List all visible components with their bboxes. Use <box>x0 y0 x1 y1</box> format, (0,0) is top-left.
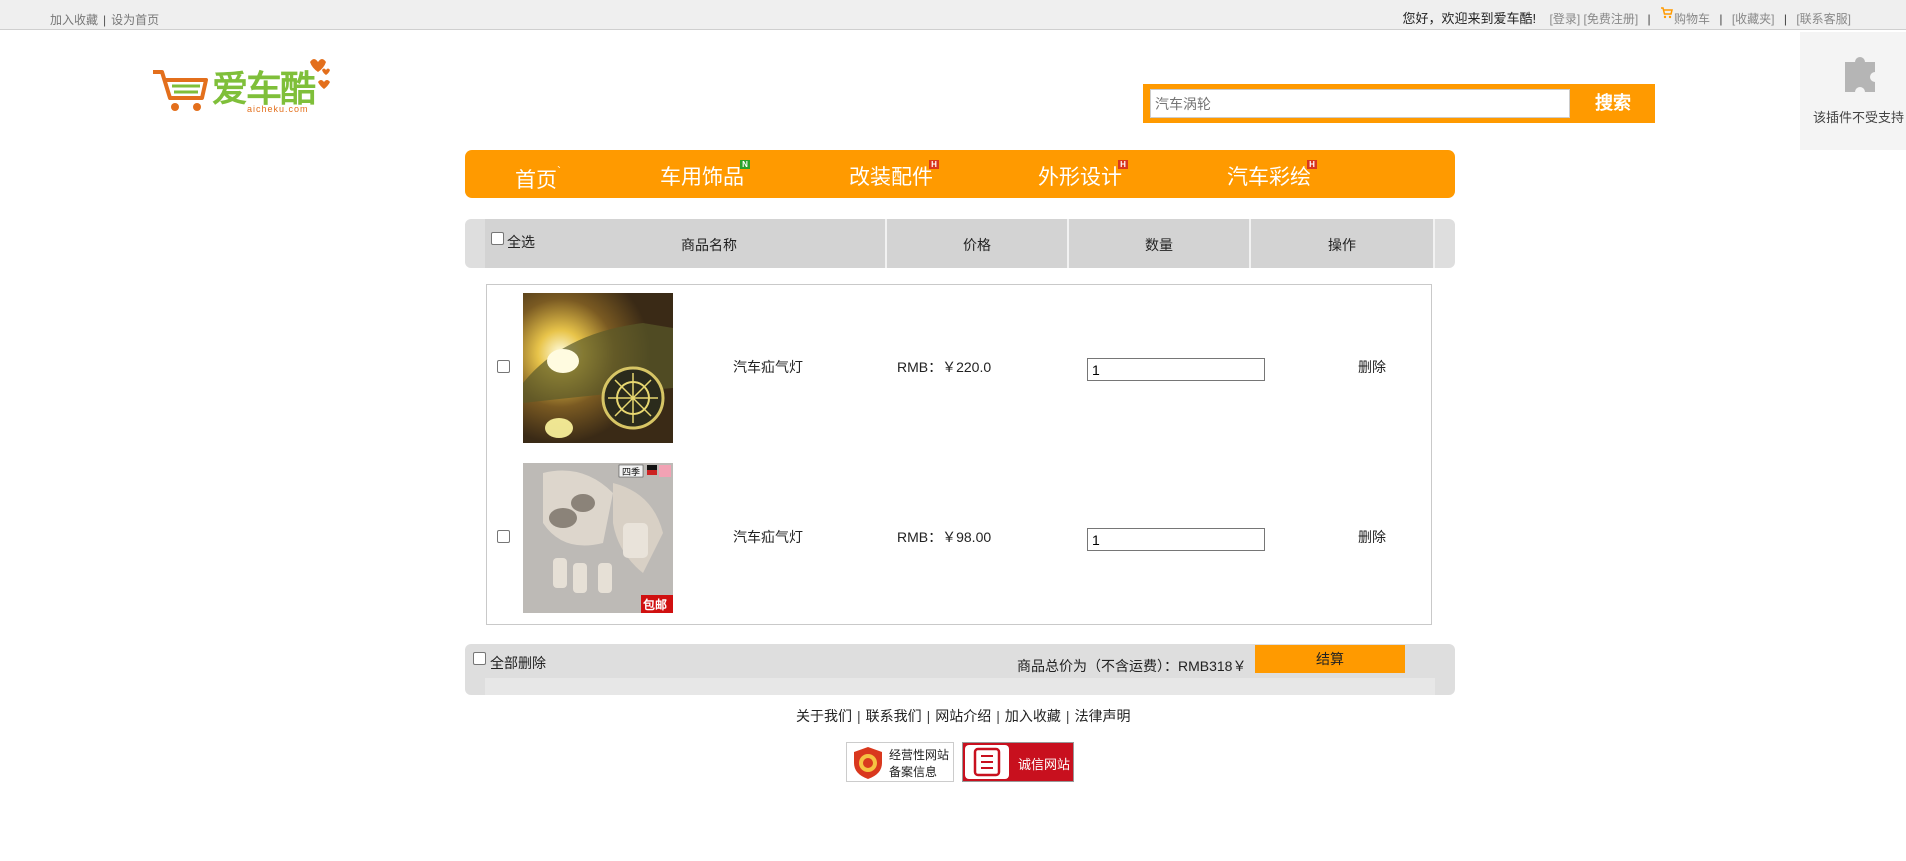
nav-item-accessories[interactable]: 车用饰品 <box>660 161 744 191</box>
record-info-text: 经营性网站 备案信息 <box>889 747 949 781</box>
logo-domain: aicheku.com <box>247 104 309 114</box>
main-nav: 首页` 车用饰品 N 改装配件 H 外形设计 H 汽车彩绘 H <box>465 150 1455 198</box>
intro-link[interactable]: 网站介绍 <box>935 708 991 724</box>
login-link[interactable]: [登录] <box>1550 12 1581 26</box>
nav-item-label: 改装配件 <box>849 166 933 189</box>
delete-button[interactable]: 删除 <box>1358 527 1386 547</box>
cart-item-row: 汽车疝气灯 RMB：￥220.0 删除 <box>487 285 1431 443</box>
cart-icon <box>1660 7 1673 19</box>
quantity-input[interactable] <box>1087 358 1265 381</box>
contact-link[interactable]: 联系我们 <box>866 708 922 724</box>
header-product-name: 商品名称 <box>681 237 737 253</box>
record-info-line2: 备案信息 <box>889 765 938 779</box>
legal-link[interactable]: 法律声明 <box>1075 708 1131 724</box>
hot-badge: H <box>929 160 939 169</box>
car-seat-accessories-photo[interactable]: 四季 包邮 <box>523 463 673 613</box>
separator: | <box>1719 12 1723 26</box>
add-favorite-link[interactable]: 加入收藏 <box>50 13 98 27</box>
separator: | <box>926 708 931 724</box>
register-link[interactable]: [免费注册] <box>1584 12 1639 26</box>
nav-item-label: 车用饰品 <box>660 166 744 189</box>
plugin-placeholder: 该插件不受支持 <box>1800 32 1906 150</box>
cart-items: 汽车疝气灯 RMB：￥220.0 删除 四季 包邮 <box>486 284 1432 625</box>
item-checkbox[interactable] <box>497 530 510 543</box>
cart-item-row: 四季 包邮 汽车疝气灯 RMB：￥98.00 删除 <box>487 455 1431 613</box>
item-price: RMB：￥220.0 <box>897 359 992 375</box>
item-checkbox[interactable] <box>497 360 510 373</box>
nav-item-label: 汽车彩绘 <box>1227 166 1311 189</box>
favorite-link[interactable]: 加入收藏 <box>1005 708 1061 724</box>
nav-item-mark: ` <box>557 164 561 178</box>
header-col-quantity: 数量 <box>1069 219 1251 268</box>
separator: | <box>1783 12 1787 26</box>
header-action: 操作 <box>1328 237 1356 253</box>
trusted-site-badge[interactable]: 诚信网站 <box>962 742 1074 782</box>
cart-summary: 全部删除 商品总价为（不含运费）：RMB318￥ 结算 <box>465 644 1455 695</box>
plugin-message: 该插件不受支持 <box>1813 110 1905 125</box>
header-col-price: 价格 <box>887 219 1069 268</box>
item-price: RMB：￥98.00 <box>897 529 992 545</box>
select-all-label: 全选 <box>507 234 535 250</box>
delete-all-checkbox[interactable] <box>473 652 486 665</box>
trusted-site-text: 诚信网站 <box>1018 757 1071 772</box>
nav-item-home[interactable]: 首页` <box>515 164 561 194</box>
site-logo[interactable]: 爱车酷 aicheku.com <box>150 52 335 118</box>
cart-table-header: 全选 商品名称 价格 数量 操作 <box>465 219 1455 268</box>
nav-item-design[interactable]: 外形设计 <box>1038 161 1122 191</box>
search-input[interactable] <box>1150 89 1570 118</box>
select-all-checkbox[interactable] <box>491 232 504 245</box>
top-bar-right: 您好，欢迎来到爱车酷! [登录] [免费注册] | 购物车 | [收藏夹] | … <box>1402 7 1851 27</box>
hot-badge: H <box>1118 160 1128 169</box>
separator: | <box>1647 12 1651 26</box>
about-link[interactable]: 关于我们 <box>796 708 852 724</box>
cart-link[interactable]: 购物车 <box>1674 12 1710 26</box>
search-bar: 搜索 <box>1143 84 1655 123</box>
separator: | <box>857 708 861 724</box>
puzzle-icon <box>1845 57 1875 92</box>
search-button[interactable]: 搜索 <box>1575 89 1651 118</box>
record-info-line1: 经营性网站 <box>889 748 950 762</box>
total-price: 商品总价为（不含运费）：RMB318￥ <box>1017 658 1247 674</box>
header-price: 价格 <box>963 237 991 253</box>
item-name[interactable]: 汽车疝气灯 <box>733 527 803 547</box>
service-link[interactable]: [联系客服] <box>1796 12 1851 26</box>
shield-icon <box>854 747 882 779</box>
set-homepage-link[interactable]: 设为首页 <box>111 13 159 27</box>
nav-item-painting[interactable]: 汽车彩绘 <box>1227 161 1311 191</box>
top-bar: 加入收藏 | 设为首页 您好，欢迎来到爱车酷! [登录] [免费注册] | 购物车 … <box>0 0 1906 30</box>
favorites-link[interactable]: [收藏夹] <box>1732 12 1775 26</box>
free-shipping-tag: 包邮 <box>643 598 668 612</box>
separator: | <box>996 708 1000 724</box>
quantity-input[interactable] <box>1087 528 1265 551</box>
checkout-button[interactable]: 结算 <box>1255 645 1405 673</box>
trust-icon <box>965 745 1009 779</box>
new-badge: N <box>740 160 750 169</box>
hot-badge: H <box>1307 160 1317 169</box>
separator: | <box>1065 708 1070 724</box>
nav-item-label: 首页 <box>515 169 557 192</box>
header-col-action: 操作 <box>1251 219 1435 268</box>
nav-item-label: 外形设计 <box>1038 166 1122 189</box>
summary-strip <box>485 678 1435 695</box>
nav-item-parts[interactable]: 改装配件 <box>849 161 933 191</box>
record-info-badge[interactable]: 经营性网站 备案信息 <box>846 742 954 782</box>
welcome-text: 您好，欢迎来到爱车酷! <box>1402 11 1537 26</box>
header-col-name: 全选 商品名称 <box>485 219 887 268</box>
top-bar-left: 加入收藏 | 设为首页 <box>50 11 159 28</box>
image-logo-text: 四季 <box>622 467 641 477</box>
separator: | <box>103 13 107 27</box>
item-name[interactable]: 汽车疝气灯 <box>733 357 803 377</box>
header-quantity: 数量 <box>1145 237 1173 253</box>
delete-all-label: 全部删除 <box>490 655 546 671</box>
delete-button[interactable]: 删除 <box>1358 357 1386 377</box>
car-headlight-photo[interactable] <box>523 293 673 443</box>
